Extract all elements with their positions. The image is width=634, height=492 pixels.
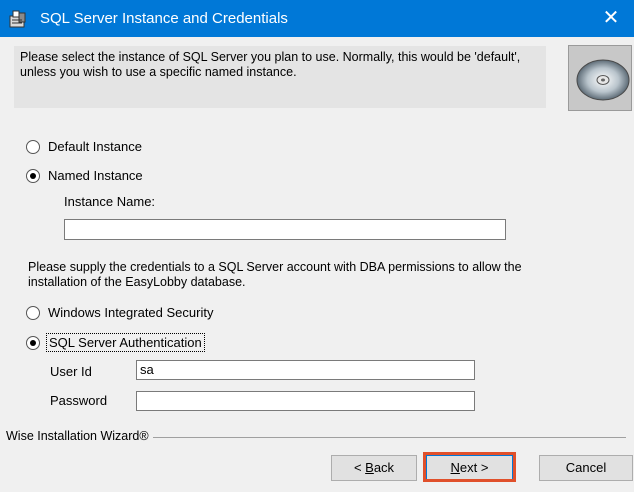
default-instance-label[interactable]: Default Instance	[48, 139, 142, 154]
instance-name-input[interactable]	[64, 219, 506, 240]
windows-security-radio[interactable]	[26, 306, 40, 320]
named-instance-label[interactable]: Named Instance	[48, 168, 143, 183]
next-button-highlight	[423, 452, 516, 482]
back-accel-key: B	[365, 460, 374, 475]
header-description: Please select the instance of SQL Server…	[20, 50, 521, 79]
cancel-button[interactable]: Cancel	[539, 455, 633, 481]
userid-label: User Id	[50, 364, 92, 379]
windows-security-label[interactable]: Windows Integrated Security	[48, 305, 213, 320]
header-description-box: Please select the instance of SQL Server…	[14, 46, 546, 108]
default-instance-radio[interactable]	[26, 140, 40, 154]
cd-disc-icon	[568, 45, 632, 111]
password-label: Password	[50, 393, 108, 408]
back-button[interactable]: < Back	[331, 455, 417, 481]
wise-brand-label: Wise Installation Wizard®	[6, 429, 153, 443]
credentials-description: Please supply the credentials to a SQL S…	[28, 260, 522, 289]
instance-name-label: Instance Name:	[64, 194, 156, 209]
password-input[interactable]	[136, 391, 475, 411]
title-bar: SQL Server Instance and Credentials ✕	[0, 0, 634, 37]
userid-input[interactable]: sa	[136, 360, 475, 380]
window-title: SQL Server Instance and Credentials	[40, 10, 288, 27]
back-prefix: <	[353, 460, 366, 475]
back-rest: ack	[373, 460, 395, 475]
installer-app-icon	[9, 10, 26, 28]
sql-auth-radio[interactable]	[26, 336, 40, 350]
close-icon[interactable]: ✕	[588, 0, 634, 37]
named-instance-radio[interactable]	[26, 169, 40, 183]
sql-auth-label[interactable]: SQL Server Authentication	[46, 333, 205, 352]
